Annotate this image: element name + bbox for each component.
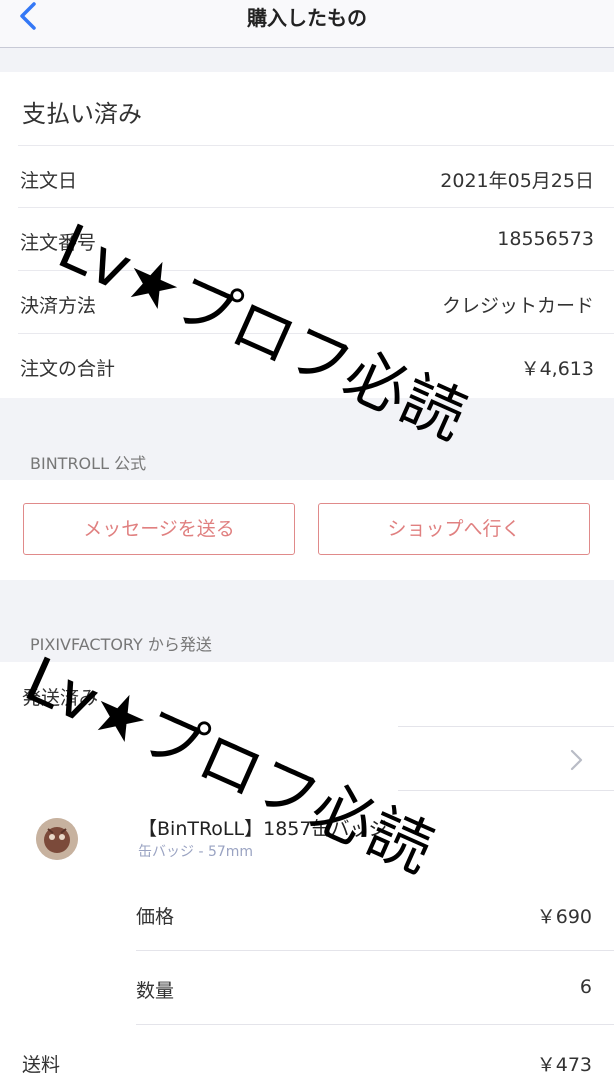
order-date-value: 2021年05月25日: [440, 170, 594, 192]
divider: [136, 1024, 614, 1025]
order-total-label: 注文の合計: [20, 358, 116, 380]
divider: [398, 790, 614, 791]
quantity-row: 数量 6: [118, 952, 614, 1024]
quantity-label: 数量: [136, 980, 175, 1002]
order-total-row: 注文の合計 ￥4,613: [18, 334, 614, 397]
shipment-status: 発送済み: [22, 687, 99, 709]
go-to-shop-button[interactable]: ショップへ行く: [318, 503, 590, 555]
divider: [398, 726, 614, 727]
divider: [136, 950, 614, 951]
payment-method-value: クレジットカード: [441, 295, 594, 317]
price-value: ￥690: [536, 906, 592, 928]
page-title: 購入したもの: [247, 6, 367, 30]
order-number-value: 18556573: [497, 228, 594, 250]
order-total-value: ￥4,613: [520, 358, 594, 380]
payment-method-row: 決済方法 クレジットカード: [18, 271, 614, 334]
payment-method-label: 決済方法: [20, 295, 97, 317]
order-number-row: 注文番号 18556573: [18, 208, 614, 271]
order-number-label: 注文番号: [20, 232, 97, 254]
shipment-from-label: PIXIVFACTORY から発送: [30, 635, 212, 654]
shop-name: BINTROLL 公式: [30, 454, 147, 473]
shipping-fee-label: 送料: [22, 1054, 61, 1076]
order-date-label: 注文日: [20, 170, 78, 192]
send-message-button[interactable]: メッセージを送る: [23, 503, 295, 555]
navigation-bar: 購入したもの: [0, 0, 614, 48]
shipment-detail-link[interactable]: [566, 746, 588, 774]
product-name[interactable]: 【BinTRoLL】1857缶バッジ: [138, 814, 387, 841]
chevron-right-icon: [570, 749, 583, 771]
order-date-row: 注文日 2021年05月25日: [18, 145, 614, 208]
order-status: 支払い済み: [22, 100, 142, 128]
product-variant: 缶バッジ - 57mm: [138, 844, 254, 860]
shipping-fee-value: ￥473: [536, 1054, 592, 1076]
quantity-value: 6: [579, 976, 592, 998]
product-thumbnail: [36, 818, 78, 860]
price-row: 価格 ￥690: [118, 878, 614, 950]
price-label: 価格: [136, 906, 175, 928]
